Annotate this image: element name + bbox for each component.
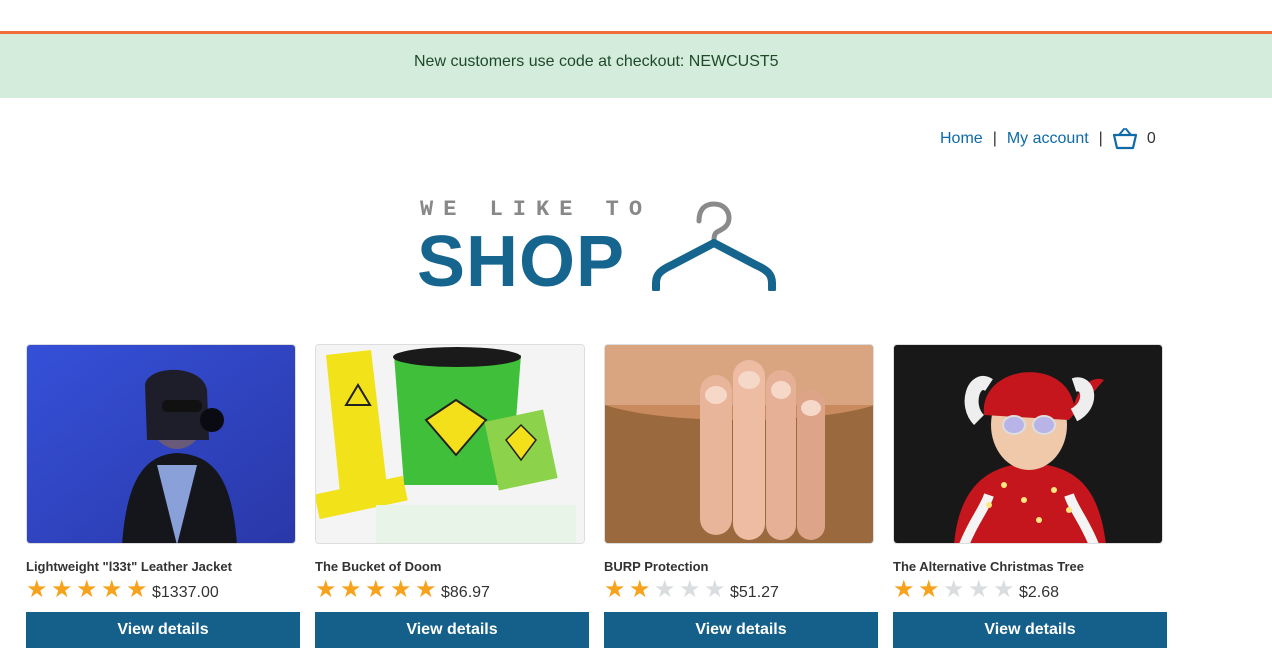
star-icon: ★ (51, 576, 73, 603)
view-details-button[interactable]: View details (26, 612, 300, 648)
nav-home-link[interactable]: Home (940, 130, 983, 148)
shop-logo[interactable]: WE LIKE TO SHOP (417, 197, 780, 302)
cart-count: 0 (1146, 130, 1156, 147)
nav-separator: | (1098, 130, 1103, 147)
hanger-icon (652, 201, 776, 291)
product-grid: Lightweight "l33t" Leather Jacket ★ ★ ★ ★ ★ … (26, 344, 1167, 648)
nav-account-link[interactable]: My account (1007, 130, 1089, 148)
star-icon: ★ (654, 576, 676, 603)
star-icon: ★ (101, 576, 123, 603)
product-photo-beard (605, 345, 873, 543)
star-rating: ★ ★ ★ ★ ★ (893, 576, 1018, 603)
nav-separator: | (992, 130, 997, 147)
star-icon: ★ (340, 576, 362, 603)
basket-icon (1112, 128, 1137, 150)
star-icon: ★ (390, 576, 412, 603)
product-image[interactable] (604, 344, 874, 544)
product-card: Lightweight "l33t" Leather Jacket ★ ★ ★ ★ ★ … (26, 344, 300, 648)
logo-wordmark: SHOP (417, 222, 626, 302)
product-price: $1337.00 (152, 584, 219, 601)
star-icon: ★ (415, 576, 437, 603)
star-icon: ★ (26, 576, 48, 603)
star-icon: ★ (968, 576, 990, 603)
product-photo-christmas (894, 345, 1162, 543)
product-photo-bucket (316, 345, 584, 543)
product-card: The Alternative Christmas Tree ★ ★ ★ ★ ★ $2.… (893, 344, 1167, 648)
product-photo-jacket (27, 345, 295, 543)
product-card: BURP Protection ★ ★ ★ ★ ★ $51.27 View detail… (604, 344, 878, 648)
top-nav: Home | My account | 0 (940, 128, 1156, 150)
rating-row: ★ ★ ★ ★ ★ $86.97 (315, 576, 589, 604)
product-image[interactable] (26, 344, 296, 544)
promo-banner: New customers use code at checkout: NEWC… (0, 34, 1272, 98)
top-strip (0, 0, 1272, 31)
product-name: BURP Protection (604, 559, 709, 574)
star-icon: ★ (76, 576, 98, 603)
star-icon: ★ (704, 576, 726, 603)
star-icon: ★ (893, 576, 915, 603)
star-rating: ★ ★ ★ ★ ★ (26, 576, 151, 603)
view-details-button[interactable]: View details (604, 612, 878, 648)
star-icon: ★ (993, 576, 1015, 603)
product-card: The Bucket of Doom ★ ★ ★ ★ ★ $86.97 View det… (315, 344, 589, 648)
cart-link[interactable]: 0 (1112, 128, 1156, 150)
rating-row: ★ ★ ★ ★ ★ $51.27 (604, 576, 878, 604)
star-icon: ★ (604, 576, 626, 603)
promo-text: New customers use code at checkout: NEWC… (414, 53, 779, 70)
product-price: $51.27 (730, 584, 779, 601)
star-rating: ★ ★ ★ ★ ★ (604, 576, 729, 603)
view-details-button[interactable]: View details (315, 612, 589, 648)
product-price: $2.68 (1019, 584, 1060, 601)
star-icon: ★ (918, 576, 940, 603)
rating-row: ★ ★ ★ ★ ★ $1337.00 (26, 576, 300, 604)
star-rating: ★ ★ ★ ★ ★ (315, 576, 440, 603)
star-icon: ★ (315, 576, 337, 603)
star-icon: ★ (365, 576, 387, 603)
logo-tagline: WE LIKE TO (420, 197, 653, 222)
product-image[interactable] (893, 344, 1163, 544)
star-icon: ★ (679, 576, 701, 603)
product-name: Lightweight "l33t" Leather Jacket (26, 559, 232, 574)
rating-row: ★ ★ ★ ★ ★ $2.68 (893, 576, 1167, 604)
star-icon: ★ (943, 576, 965, 603)
star-icon: ★ (126, 576, 148, 603)
view-details-button[interactable]: View details (893, 612, 1167, 648)
product-price: $86.97 (441, 584, 490, 601)
product-name: The Alternative Christmas Tree (893, 559, 1084, 574)
product-name: The Bucket of Doom (315, 559, 442, 574)
star-icon: ★ (629, 576, 651, 603)
product-image[interactable] (315, 344, 585, 544)
